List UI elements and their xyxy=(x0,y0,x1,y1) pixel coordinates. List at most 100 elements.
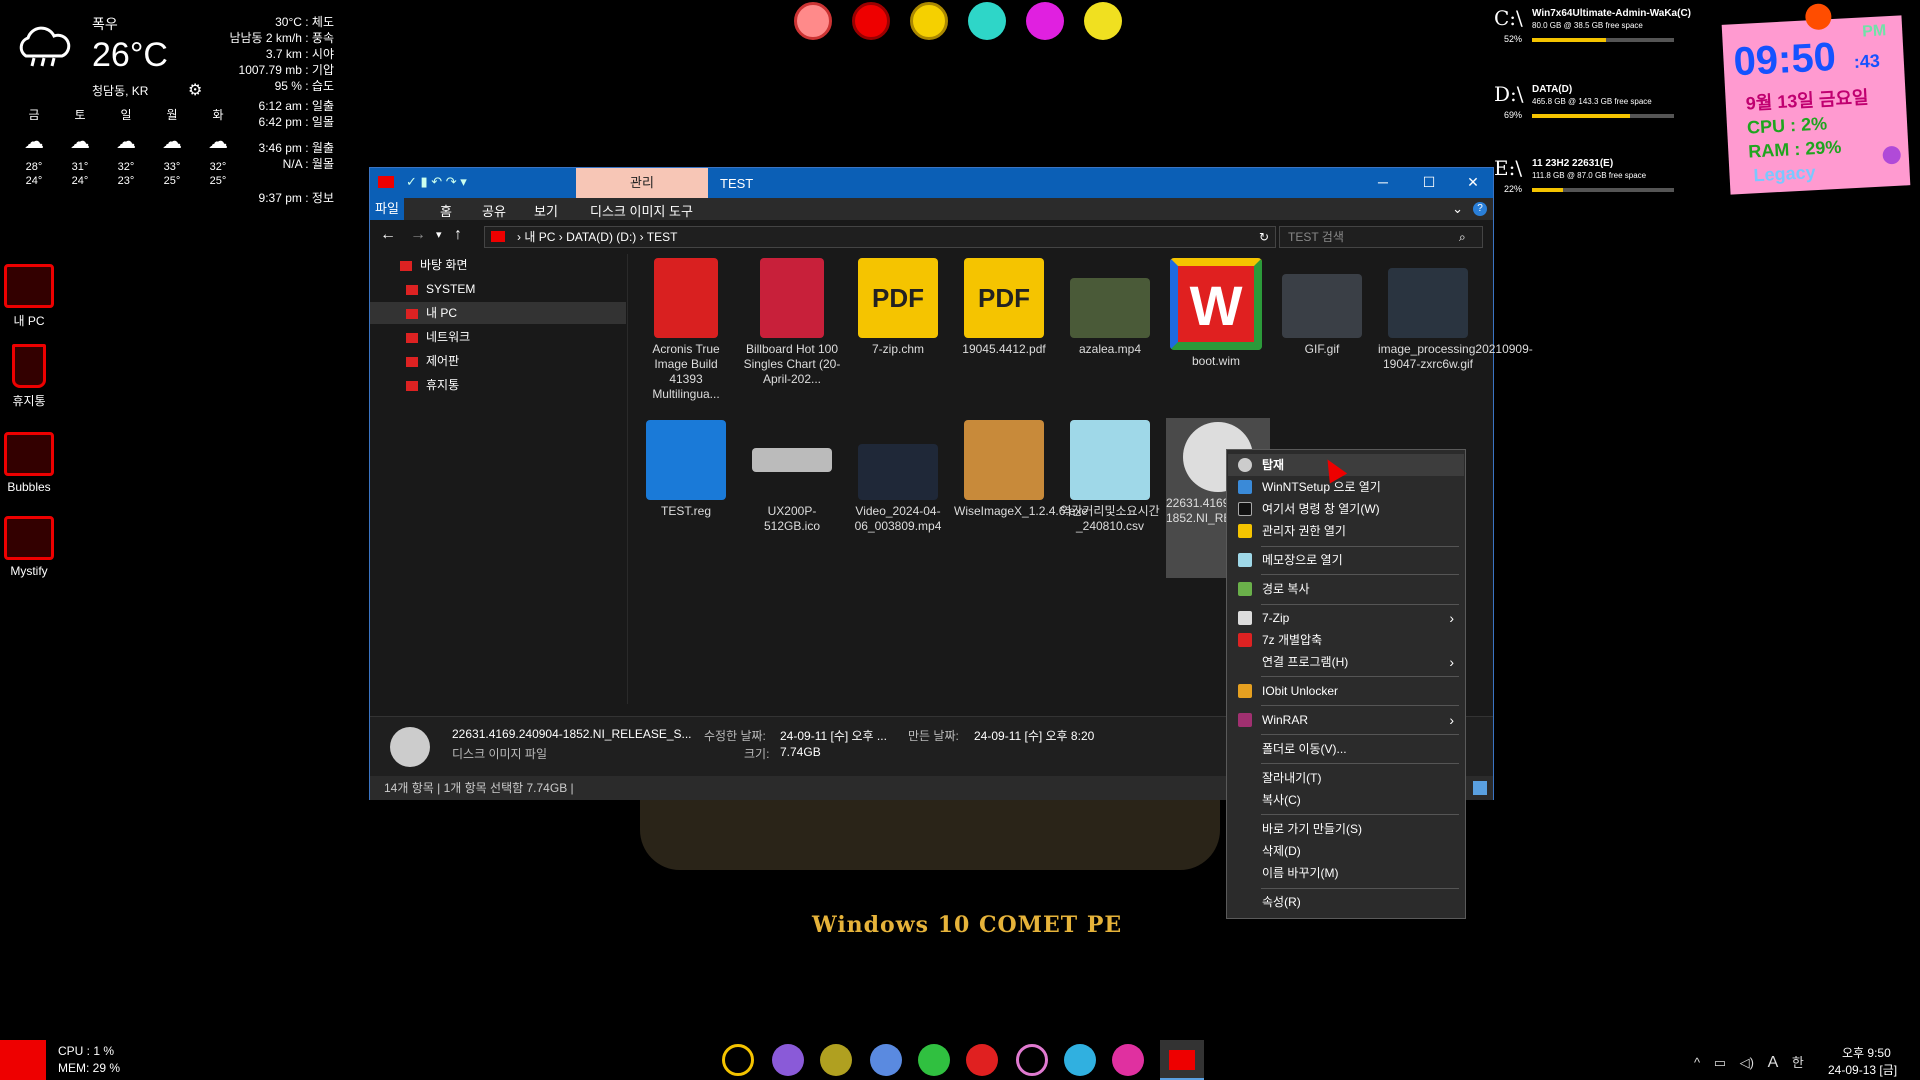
refresh-icon[interactable]: ↻ xyxy=(1259,227,1269,247)
volume-icon[interactable]: ◁) xyxy=(1740,1055,1754,1070)
video-thumbnail xyxy=(1070,278,1150,338)
file-item[interactable]: 역간거리및소요시간_240810.csv xyxy=(1060,420,1160,534)
menu-item-delete[interactable]: 삭제(D) xyxy=(1228,840,1464,862)
cloud-icon: ☁ xyxy=(24,131,44,153)
tab-share[interactable]: 공유 xyxy=(482,201,506,220)
explorer-taskbar-button[interactable] xyxy=(1160,1040,1204,1080)
menu-item-winntsetup[interactable]: WinNTSetup 으로 열기 xyxy=(1228,476,1464,498)
file-item[interactable]: PDF 7-zip.chm xyxy=(848,258,948,357)
file-item[interactable]: Wboot.wim xyxy=(1166,258,1266,369)
play-icon[interactable] xyxy=(852,2,890,40)
ime-indicator[interactable]: A xyxy=(1768,1054,1779,1071)
nav-item-system[interactable]: SYSTEM xyxy=(406,278,632,300)
tab-disk-image-tools[interactable]: 디스크 이미지 도구 xyxy=(590,201,693,220)
nav-item-control-panel[interactable]: 제어판 xyxy=(406,350,632,372)
menu-item-7z-individual[interactable]: 7z 개별압축 xyxy=(1228,629,1464,651)
tab-manage[interactable]: 관리 xyxy=(576,168,708,198)
separator xyxy=(1261,676,1459,677)
menu-item-copy[interactable]: 복사(C) xyxy=(1228,789,1464,811)
menu-item-open-cmd[interactable]: 여기서 명령 창 열기(W) xyxy=(1228,498,1464,520)
menu-item-iobit-unlocker[interactable]: IObit Unlocker xyxy=(1228,680,1464,702)
wallpaper-image xyxy=(640,800,1220,870)
menu-item-open-notepad[interactable]: 메모장으로 열기 xyxy=(1228,549,1464,571)
up-arrow-icon[interactable]: ↑ xyxy=(454,226,462,244)
language-icon[interactable]: 한 xyxy=(1792,1055,1804,1070)
search-icon[interactable]: ⌕ xyxy=(1459,230,1466,245)
menu-item-open-with[interactable]: 연결 프로그램(H) › xyxy=(1228,651,1464,673)
triangle-icon[interactable] xyxy=(794,2,832,40)
radiation-icon[interactable] xyxy=(820,1044,852,1076)
network-icon[interactable]: ▭ xyxy=(1714,1055,1726,1070)
file-item[interactable]: image_processing20210909-19047-zxrc6w.gi… xyxy=(1378,258,1533,372)
antenna-icon[interactable] xyxy=(968,2,1006,40)
menu-item-7zip[interactable]: 7-Zip › xyxy=(1228,607,1464,629)
nav-item-desktop[interactable]: 바탕 화면 xyxy=(400,254,626,276)
forecast-day-label: 일 xyxy=(120,108,132,122)
presentation-icon[interactable] xyxy=(870,1044,902,1076)
settings-drive-icon[interactable] xyxy=(1084,2,1122,40)
triangle-app-icon[interactable] xyxy=(772,1044,804,1076)
menu-item-rename[interactable]: 이름 바꾸기(M) xyxy=(1228,862,1464,884)
chevron-down-icon[interactable]: ⌄ xyxy=(1452,201,1463,217)
desktop-icon-mystify[interactable]: Mystify xyxy=(0,516,64,578)
desktop-icon-recycle-bin[interactable]: 휴지통 xyxy=(0,344,64,409)
file-item[interactable]: Video_2024-04-06_003809.mp4 xyxy=(848,420,948,534)
breadcrumb-item[interactable]: DATA(D) (D:) xyxy=(566,230,636,244)
gear-icon[interactable] xyxy=(1882,145,1902,165)
menu-item-open-admin[interactable]: 관리자 권한 열기 xyxy=(1228,520,1464,542)
back-arrow-icon[interactable]: ← xyxy=(380,226,396,244)
taskbar-date[interactable]: 24-09-13 [금] xyxy=(1828,1061,1897,1078)
drive-percent: 52% xyxy=(1504,34,1523,44)
menu-item-go-to-folder[interactable]: 폴더로 이동(V)... xyxy=(1228,738,1464,760)
cloud-icon: ☁ xyxy=(162,131,182,153)
taskbar-time[interactable]: 오후 9:50 xyxy=(1842,1044,1891,1061)
file-item[interactable]: PDF 19045.4412.pdf xyxy=(954,258,1054,357)
chip-icon[interactable] xyxy=(966,1044,998,1076)
start-button[interactable] xyxy=(0,1040,46,1080)
tab-home[interactable]: 홈 xyxy=(440,201,452,220)
address-bar[interactable]: › 내 PC › DATA(D) (D:) › TEST ↻ xyxy=(484,226,1276,248)
chevron-down-icon[interactable]: ▾ xyxy=(436,228,442,241)
power-icon[interactable] xyxy=(722,1044,754,1076)
menu-item-create-shortcut[interactable]: 바로 가기 만들기(S) xyxy=(1228,818,1464,840)
desktop-icon-bubbles[interactable]: Bubbles xyxy=(0,432,64,494)
chrome-icon[interactable] xyxy=(1016,1044,1048,1076)
file-item[interactable]: Billboard Hot 100 Singles Chart (20-Apri… xyxy=(742,258,842,387)
file-item[interactable]: azalea.mp4 xyxy=(1060,258,1160,357)
nav-item-network[interactable]: 네트워크 xyxy=(406,326,632,348)
file-item[interactable]: Acronis True Image Build 41393 Multiling… xyxy=(636,258,736,402)
context-menu: 탑재 WinNTSetup 으로 열기 여기서 명령 창 열기(W) 관리자 권… xyxy=(1226,449,1466,919)
menu-item-winrar[interactable]: WinRAR › xyxy=(1228,709,1464,731)
chevron-up-icon[interactable]: ^ xyxy=(1694,1055,1700,1070)
weather-location: 청담동, KR xyxy=(92,84,149,98)
file-item[interactable]: TEST.reg xyxy=(636,420,736,519)
menu-item-properties[interactable]: 속성(R) xyxy=(1228,891,1464,913)
play-circle-icon[interactable] xyxy=(910,2,948,40)
view-toggle-icon[interactable] xyxy=(1473,781,1487,795)
search-input[interactable]: TEST 검색 xyxy=(1279,226,1483,248)
file-item[interactable]: WiseImageX_1.2.4.6.exe xyxy=(954,420,1088,519)
title-bar[interactable]: ✓ ▮ ↶ ↷ ▾ 관리 TEST ─ ☐ ✕ xyxy=(370,168,1493,198)
close-button[interactable]: ✕ xyxy=(1463,174,1483,191)
forward-arrow-icon[interactable]: → xyxy=(410,226,426,244)
menu-item-copy-path[interactable]: 경로 복사 xyxy=(1228,578,1464,600)
desktop-icon-my-pc[interactable]: 내 PC xyxy=(0,264,64,329)
maximize-button[interactable]: ☐ xyxy=(1419,174,1439,191)
notepad-app-icon[interactable] xyxy=(1064,1044,1096,1076)
tab-view[interactable]: 보기 xyxy=(534,201,558,220)
breadcrumb-item[interactable]: TEST xyxy=(647,230,678,244)
menu-item-cut[interactable]: 잘라내기(T) xyxy=(1228,767,1464,789)
monitor-app-icon[interactable] xyxy=(918,1044,950,1076)
tab-file[interactable]: 파일 xyxy=(370,198,404,220)
drive-icon[interactable] xyxy=(1026,2,1064,40)
file-item[interactable]: GIF.gif xyxy=(1272,258,1372,357)
breadcrumb-item[interactable]: 내 PC xyxy=(524,230,555,244)
file-item[interactable]: UX200P-512GB.ico xyxy=(742,420,842,534)
nav-item-my-pc[interactable]: 내 PC xyxy=(370,302,626,324)
minimize-button[interactable]: ─ xyxy=(1373,174,1393,190)
gif-thumbnail xyxy=(1282,274,1362,338)
nav-item-recycle-bin[interactable]: 휴지통 xyxy=(406,374,632,396)
help-icon[interactable]: ? xyxy=(1473,202,1487,216)
forecast-day: 월 ☁ 33° 25° xyxy=(152,106,192,188)
printer-icon[interactable] xyxy=(1112,1044,1144,1076)
